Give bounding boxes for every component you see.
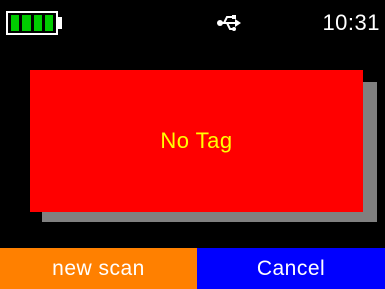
cancel-button[interactable]: Cancel (197, 248, 385, 289)
new-scan-button[interactable]: new scan (0, 248, 197, 289)
clock: 10:31 (322, 10, 380, 35)
message-card: No Tag (30, 70, 363, 212)
battery-cell (22, 15, 31, 31)
usb-icon (217, 15, 241, 31)
battery-cell (44, 15, 53, 31)
battery-tip (58, 17, 62, 29)
battery-cell (33, 15, 42, 31)
message-text: No Tag (160, 128, 233, 153)
battery-cell (11, 15, 20, 31)
device-screen: 10:31 No Tag new scan Cancel (0, 0, 385, 289)
status-bar: 10:31 (0, 0, 385, 38)
battery-full-icon (6, 11, 58, 35)
